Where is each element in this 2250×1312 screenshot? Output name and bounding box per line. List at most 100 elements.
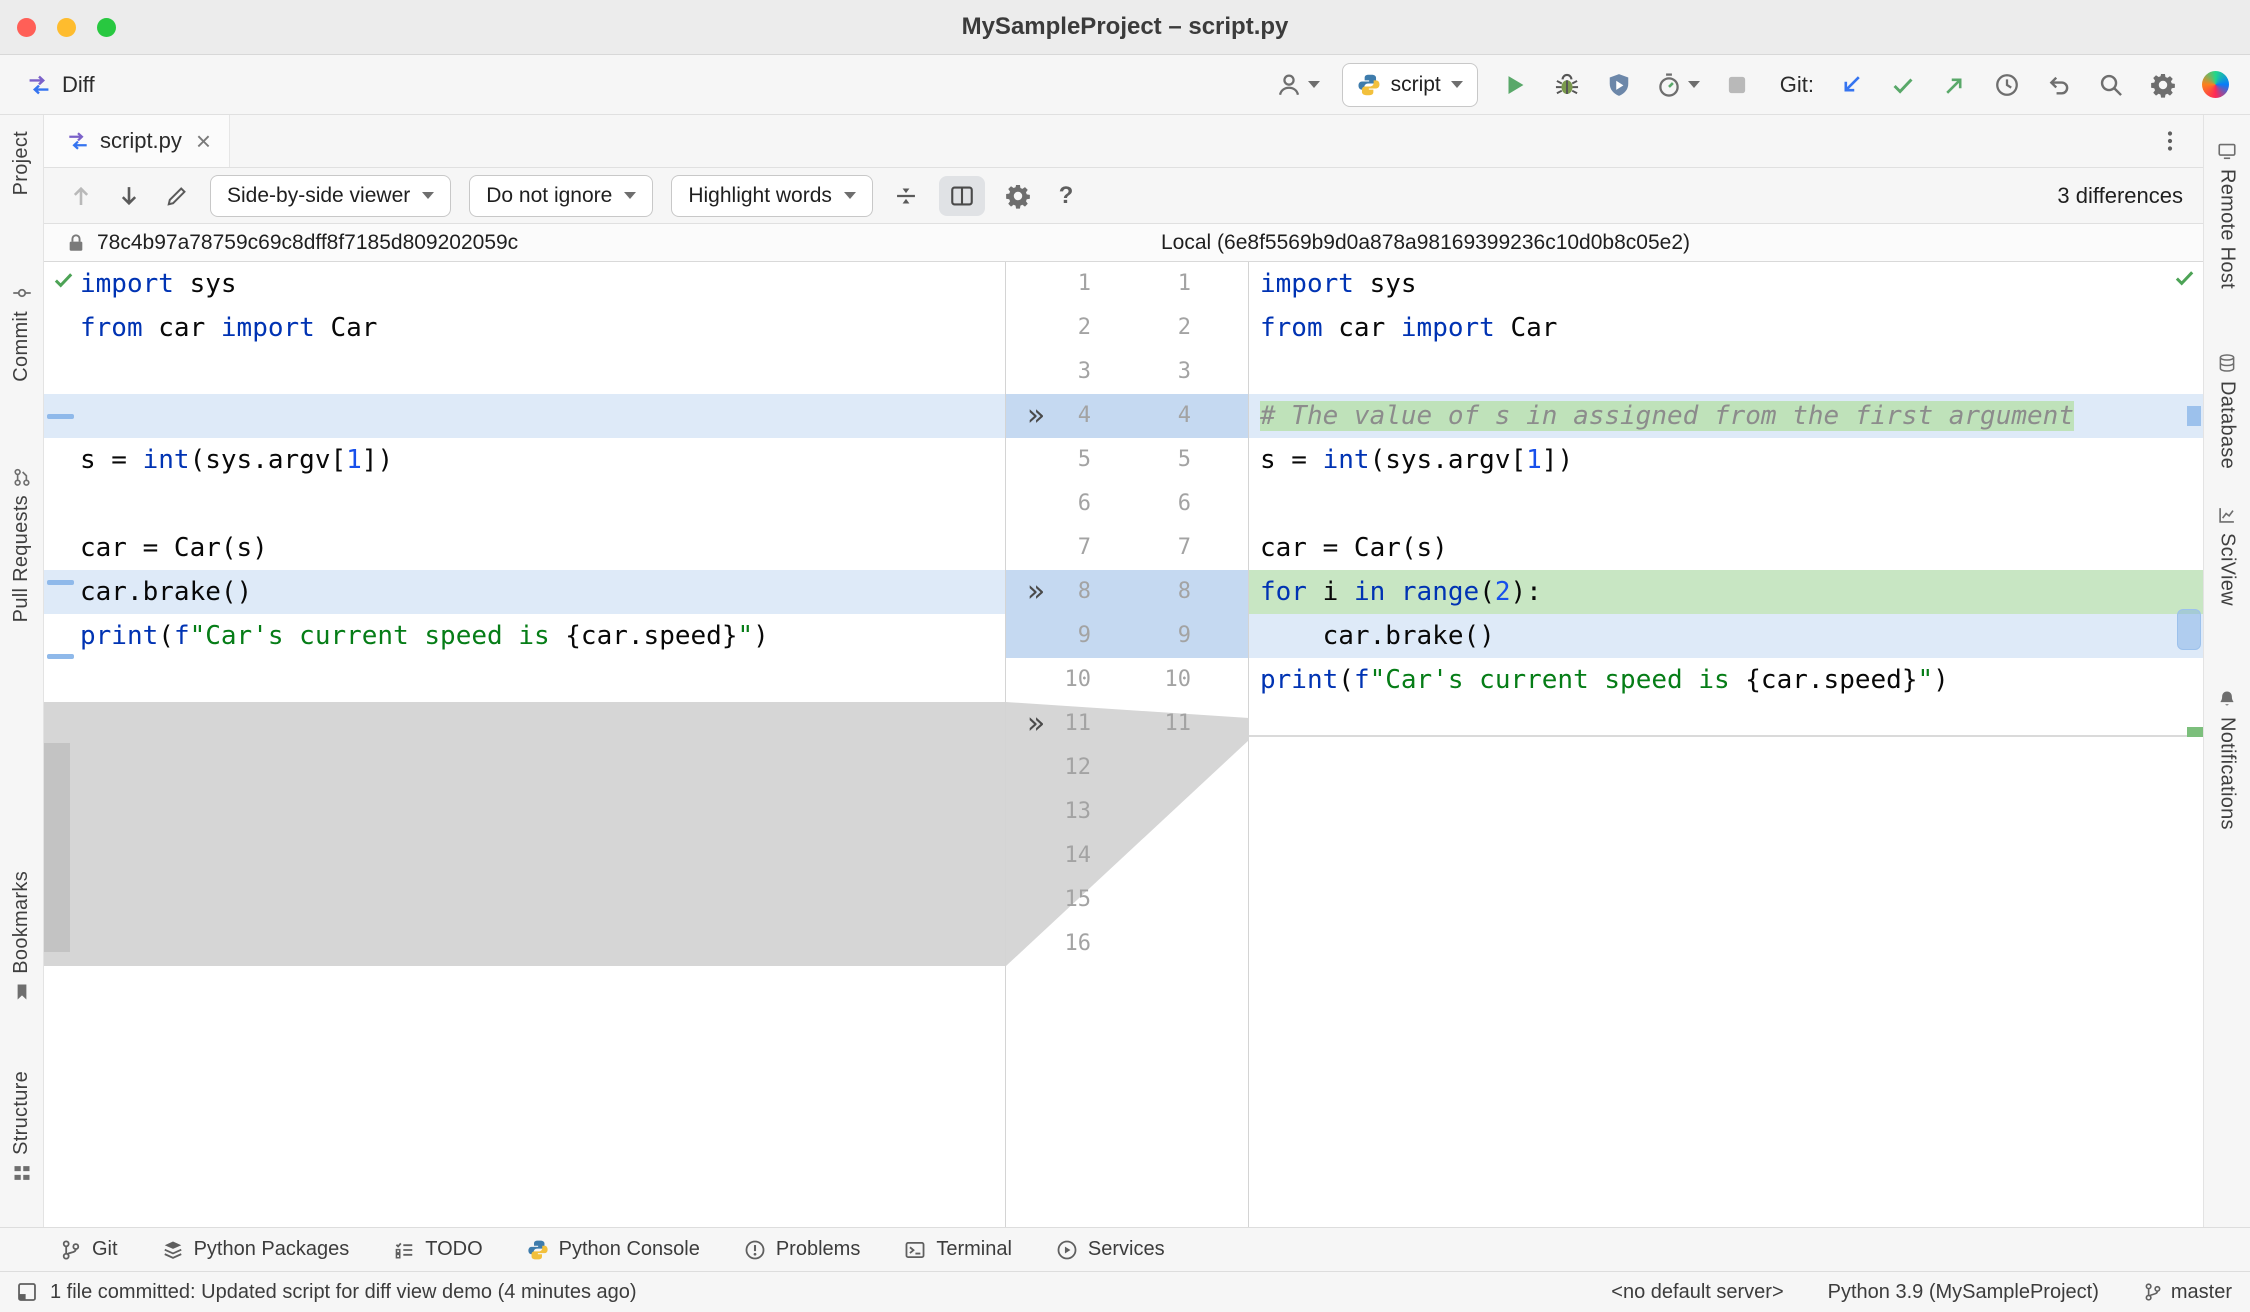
code-line-right[interactable]: for i in range(2): <box>1249 570 2203 614</box>
viewer-mode-select[interactable]: Side-by-side viewer <box>210 174 452 217</box>
code-line-left[interactable] <box>44 394 1005 438</box>
tool-window-button-terminal[interactable]: Terminal <box>904 1238 1012 1261</box>
tool-window-button-remote-host[interactable]: Remote Host <box>2204 141 2250 289</box>
interpreter-widget[interactable]: Python 3.9 (MySampleProject) <box>1828 1281 2099 1304</box>
code-line-right[interactable]: # The value of s in assigned from the fi… <box>1249 394 2203 438</box>
code-line-right[interactable]: car = Car(s) <box>1249 526 2203 570</box>
run-configuration-select[interactable]: script <box>1341 62 1478 107</box>
history-button[interactable] <box>1992 68 2022 102</box>
code-line-right[interactable] <box>1249 350 2203 394</box>
search-everywhere-button[interactable] <box>2096 68 2126 102</box>
run-button[interactable] <box>1500 68 1530 102</box>
code-line-right[interactable] <box>1249 702 2203 746</box>
next-difference-button[interactable] <box>114 179 144 213</box>
apply-change-chevron[interactable]: » <box>1018 570 1054 614</box>
chevron-down-icon <box>422 192 435 199</box>
code-line-left[interactable]: print(f"Car's current speed is {car.spee… <box>44 614 1005 658</box>
push-button[interactable] <box>1940 68 1970 102</box>
debug-button[interactable] <box>1552 68 1582 102</box>
tool-window-button-services[interactable]: Services <box>1056 1238 1165 1261</box>
collapsed-region[interactable] <box>44 702 1005 966</box>
coverage-shield-icon <box>1606 72 1632 98</box>
line-number-left: 10 <box>1064 667 1092 692</box>
update-project-button[interactable] <box>1836 68 1866 102</box>
vcs-user-button[interactable] <box>1276 68 1320 102</box>
code-line-right[interactable]: print(f"Car's current speed is {car.spee… <box>1249 658 2203 702</box>
tool-window-button-bookmarks[interactable]: Bookmarks <box>0 871 43 1002</box>
settings-button[interactable] <box>2148 68 2178 102</box>
scrollbar-added-marker[interactable] <box>2187 727 2203 737</box>
chevron-down-icon <box>843 192 856 199</box>
database-icon <box>2217 353 2237 373</box>
tool-window-button-notifications[interactable]: Notifications <box>2204 689 2250 830</box>
diff-settings-button[interactable] <box>1003 179 1033 213</box>
tool-window-button-todo[interactable]: TODO <box>393 1238 483 1261</box>
close-window-button[interactable] <box>17 18 36 37</box>
left-revision-header: 78c4b97a78759c69c8dff8f7185d809202059c <box>65 224 518 261</box>
tool-window-button-sciview[interactable]: SciView <box>2204 505 2250 606</box>
git-branch-widget[interactable]: master <box>2143 1281 2232 1304</box>
tool-window-label: SciView <box>2216 533 2239 606</box>
code-line-left[interactable]: import sys <box>44 262 1005 306</box>
collapse-unchanged-button[interactable] <box>891 179 921 213</box>
previous-difference-button[interactable] <box>66 179 96 213</box>
code-line-right[interactable]: from car import Car <box>1249 306 2203 350</box>
code-line-right[interactable] <box>1249 482 2203 526</box>
tab-options-button[interactable] <box>2155 124 2203 158</box>
synchronize-scrolling-toggle[interactable] <box>938 175 985 216</box>
tool-window-button-project[interactable]: Project <box>0 131 43 195</box>
apply-change-chevron[interactable]: » <box>1018 702 1054 746</box>
apply-change-chevron[interactable]: » <box>1018 394 1054 438</box>
default-server-widget[interactable]: <no default server> <box>1611 1281 1783 1304</box>
line-number-right: 4 <box>1177 403 1191 428</box>
stop-button[interactable] <box>1722 68 1752 102</box>
tool-window-button-structure[interactable]: Structure <box>0 1071 43 1183</box>
rollback-button[interactable] <box>2044 68 2074 102</box>
tool-window-button-commit[interactable]: Commit <box>0 283 43 382</box>
titlebar: MySampleProject – script.py <box>0 0 2250 55</box>
status-message-area[interactable]: 1 file committed: Updated script for dif… <box>16 1281 637 1304</box>
code-token: 2 <box>1494 577 1511 607</box>
tab-script-py[interactable]: script.py × <box>44 115 231 167</box>
code-line-left[interactable]: s = int(sys.argv[1]) <box>44 438 1005 482</box>
help-button[interactable]: ? <box>1051 179 1081 213</box>
change-marker[interactable] <box>47 580 74 585</box>
tool-window-button-pull-requests[interactable]: Pull Requests <box>0 467 43 622</box>
scrollbar-thumb[interactable] <box>2177 609 2201 650</box>
change-marker[interactable] <box>47 654 74 659</box>
highlight-mode-select[interactable]: Highlight words <box>671 174 873 217</box>
code-line-right[interactable]: import sys <box>1249 262 2203 306</box>
tool-window-label: Remote Host <box>2216 169 2239 290</box>
problems-icon <box>744 1239 766 1261</box>
whitespace-policy-select[interactable]: Do not ignore <box>469 174 654 217</box>
profiler-button[interactable] <box>1656 68 1700 102</box>
code-line-right[interactable]: s = int(sys.argv[1]) <box>1249 438 2203 482</box>
code-line-left[interactable] <box>44 350 1005 394</box>
code-line-left[interactable]: from car import Car <box>44 306 1005 350</box>
code-line-right[interactable]: car.brake() <box>1249 614 2203 658</box>
minimize-window-button[interactable] <box>57 18 76 37</box>
zoom-window-button[interactable] <box>97 18 116 37</box>
tool-window-button-python-packages[interactable]: Python Packages <box>162 1238 349 1261</box>
tool-window-button-python-console[interactable]: Python Console <box>527 1238 700 1261</box>
tool-window-button-database[interactable]: Database <box>2204 353 2250 469</box>
code-line-left[interactable]: car.brake() <box>44 570 1005 614</box>
code-line-left[interactable] <box>44 658 1005 702</box>
code-line-left[interactable] <box>44 482 1005 526</box>
close-tab-icon[interactable]: × <box>196 128 211 154</box>
tool-window-button-problems[interactable]: Problems <box>744 1238 860 1261</box>
tool-window-switcher-icon[interactable] <box>16 1281 38 1303</box>
main-toolbar: Diff script Git: <box>0 55 2250 115</box>
scrollbar-change-marker[interactable] <box>2187 406 2201 426</box>
commit-button[interactable] <box>1888 68 1918 102</box>
code-line-left[interactable]: car = Car(s) <box>44 526 1005 570</box>
tool-window-button-git[interactable]: Git <box>60 1238 118 1261</box>
ide-logo-button[interactable] <box>2200 68 2230 102</box>
line-number-left: 6 <box>1077 491 1091 516</box>
change-marker[interactable] <box>47 414 74 419</box>
line-number-left: 13 <box>1064 799 1092 824</box>
ide-window: MySampleProject – script.py Diff script <box>0 0 2250 1312</box>
run-with-coverage-button[interactable] <box>1604 68 1634 102</box>
edit-source-button[interactable] <box>162 179 192 213</box>
line-number-right: 8 <box>1177 579 1191 604</box>
